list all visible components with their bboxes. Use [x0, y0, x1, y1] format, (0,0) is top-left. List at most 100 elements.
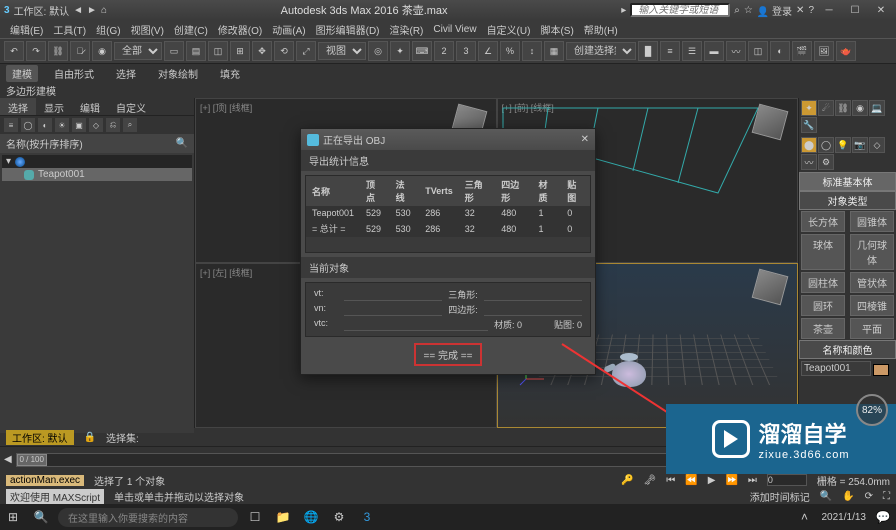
schematic-button[interactable]: ◫: [748, 41, 768, 61]
explorer-light-icon[interactable]: ☀: [55, 118, 69, 132]
modify-tab-icon[interactable]: ☄: [818, 100, 834, 116]
explorer-cam-icon[interactable]: ▣: [72, 118, 86, 132]
explorer-sort-label[interactable]: 名称(按升序排序): [6, 136, 83, 151]
align-button[interactable]: ≡: [660, 41, 680, 61]
object-name-input[interactable]: [801, 361, 871, 376]
explorer-geom-icon[interactable]: ◯: [21, 118, 35, 132]
pivot-button[interactable]: ◎: [368, 41, 388, 61]
explorer-tab-select[interactable]: 选择: [0, 98, 36, 115]
btn-geosphere[interactable]: 几何球体: [850, 234, 894, 270]
mirror-button[interactable]: ▐▌: [638, 41, 658, 61]
explorer-shape-icon[interactable]: ◐: [38, 118, 52, 132]
named-selection-dropdown[interactable]: 创建选择集: [566, 42, 636, 60]
timeline-slider[interactable]: 0 / 100: [17, 454, 47, 466]
unlink-button[interactable]: ⛓̷: [70, 41, 90, 61]
ribbon-paint-tab[interactable]: 对象绘制: [152, 65, 204, 82]
btn-teapot[interactable]: 茶壶: [801, 318, 845, 339]
btn-cylinder[interactable]: 圆柱体: [801, 272, 845, 293]
workspace-label[interactable]: 工作区: 默认: [14, 3, 70, 18]
menu-edit[interactable]: 编辑(E): [6, 20, 47, 39]
login-button[interactable]: 👤 登录: [757, 3, 792, 18]
play-end-icon[interactable]: ⏭: [748, 475, 757, 486]
menu-render[interactable]: 渲染(R): [386, 20, 428, 39]
explorer-teapot-item[interactable]: Teapot001: [2, 168, 192, 181]
snap-2d-button[interactable]: 2: [434, 41, 454, 61]
taskview-icon[interactable]: ☐: [244, 507, 266, 527]
primitive-dropdown[interactable]: 标准基本体: [799, 172, 896, 191]
btn-sphere[interactable]: 球体: [801, 234, 845, 270]
move-button[interactable]: ✥: [252, 41, 272, 61]
light-category-icon[interactable]: 💡: [835, 137, 851, 153]
viewport-left-label[interactable]: [+] [左] [线框]: [200, 266, 252, 279]
status-workspace[interactable]: 工作区: 默认: [6, 430, 74, 445]
tray-up-icon[interactable]: ˄: [794, 507, 816, 527]
current-frame-input[interactable]: [767, 474, 807, 486]
edge-icon[interactable]: 🌐: [300, 507, 322, 527]
named-sel-button[interactable]: ▦: [544, 41, 564, 61]
color-swatch[interactable]: [873, 364, 889, 376]
explorer-icon[interactable]: 📁: [272, 507, 294, 527]
shape-category-icon[interactable]: ◯: [818, 137, 834, 153]
viewport-top-label[interactable]: [+] [顶] [线框]: [200, 101, 252, 114]
lock-icon[interactable]: 🔒: [84, 432, 96, 443]
material-editor-button[interactable]: ◐: [770, 41, 790, 61]
ribbon-poly-label[interactable]: 多边形建模: [6, 83, 56, 98]
select-region-button[interactable]: ◫: [208, 41, 228, 61]
help-icon[interactable]: ?: [808, 5, 814, 16]
menu-modifier[interactable]: 修改器(O): [214, 20, 266, 39]
menu-help[interactable]: 帮助(H): [580, 20, 622, 39]
taskbar-search[interactable]: 在这里输入你要搜索的内容: [58, 508, 238, 527]
world-expand-icon[interactable]: ▾: [6, 156, 11, 167]
render-button[interactable]: 🫖: [836, 41, 856, 61]
geom-category-icon[interactable]: ⬤: [801, 137, 817, 153]
toggle-ribbon-button[interactable]: ▬: [704, 41, 724, 61]
dialog-titlebar[interactable]: 正在导出 OBJ ✕: [301, 129, 595, 150]
menu-create[interactable]: 创建(C): [170, 20, 212, 39]
window-cross-button[interactable]: ⊞: [230, 41, 250, 61]
search-icon-taskbar[interactable]: 🔍: [30, 507, 52, 527]
setkey-icon[interactable]: 🗝: [644, 475, 657, 486]
btn-tube[interactable]: 管状体: [850, 272, 894, 293]
explorer-tab-display[interactable]: 显示: [36, 98, 72, 115]
settings-icon[interactable]: ⚙: [328, 507, 350, 527]
ribbon-freeform-tab[interactable]: 自由形式: [48, 65, 100, 82]
menu-grapheditor[interactable]: 图形编辑器(D): [312, 20, 384, 39]
explorer-helper-icon[interactable]: ◇: [89, 118, 103, 132]
viewcube-persp-icon[interactable]: [752, 269, 789, 306]
play-button-icon[interactable]: ▶: [708, 475, 716, 486]
autokey-icon[interactable]: 🔑: [621, 475, 633, 486]
space-category-icon[interactable]: 〰: [801, 154, 817, 170]
play-start-icon[interactable]: ⏮: [666, 475, 675, 486]
exchange-icon[interactable]: ✕: [796, 5, 804, 16]
menu-view[interactable]: 视图(V): [127, 20, 168, 39]
btn-torus[interactable]: 圆环: [801, 295, 845, 316]
listener-welcome[interactable]: 欢迎使用 MAXScript: [6, 489, 104, 504]
explorer-filter-icon[interactable]: ≡: [4, 118, 18, 132]
menu-group[interactable]: 组(G): [92, 20, 124, 39]
camera-category-icon[interactable]: 📷: [852, 137, 868, 153]
manipulate-button[interactable]: ✦: [390, 41, 410, 61]
search-icon[interactable]: ⌕: [734, 5, 740, 16]
hierarchy-tab-icon[interactable]: ⛓: [835, 100, 851, 116]
name-color-rollout[interactable]: 名称和颜色: [799, 340, 896, 359]
curve-editor-button[interactable]: 〰: [726, 41, 746, 61]
motion-tab-icon[interactable]: ◉: [852, 100, 868, 116]
spinner-snap-button[interactable]: ↕: [522, 41, 542, 61]
explorer-tab-edit[interactable]: 编辑: [72, 98, 108, 115]
explorer-search-icon[interactable]: ⌕: [123, 118, 137, 132]
explorer-world-item[interactable]: ▾: [2, 155, 192, 168]
helper-category-icon[interactable]: ◇: [869, 137, 885, 153]
help-search-input[interactable]: [630, 3, 730, 17]
addkey-label[interactable]: 添加时间标记: [750, 489, 810, 504]
done-button[interactable]: == 完成 ==: [414, 343, 483, 366]
nav-arrow-right-icon[interactable]: ►: [87, 5, 97, 16]
close-button[interactable]: ✕: [870, 2, 892, 18]
play-next-icon[interactable]: ⏩: [725, 475, 737, 486]
link-button[interactable]: ⛓: [48, 41, 68, 61]
start-button[interactable]: ⊞: [2, 507, 24, 527]
play-prev-icon[interactable]: ⏪: [685, 475, 697, 486]
nav-arrow-left-icon[interactable]: ◄: [73, 5, 83, 16]
chevron-right-icon[interactable]: ▸: [621, 5, 626, 16]
rendered-frame-button[interactable]: 🖼: [814, 41, 834, 61]
dialog-close-button[interactable]: ✕: [581, 134, 589, 145]
